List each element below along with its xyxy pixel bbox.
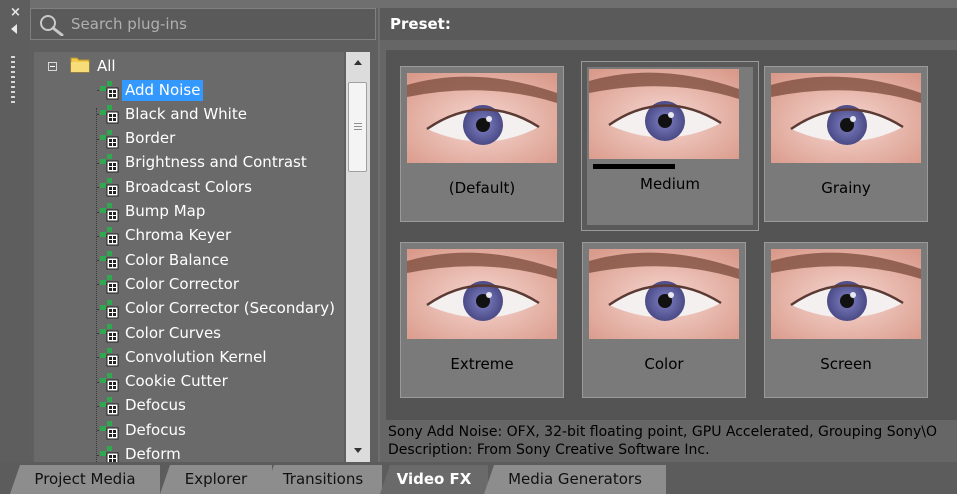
preset-title: Preset:: [390, 15, 451, 33]
video-fx-window: × Search plug-ins All Add Noise Black and…: [0, 0, 957, 494]
scroll-up-arrow-icon[interactable]: [346, 52, 370, 74]
tab-video-fx[interactable]: Video FX: [380, 465, 488, 494]
preset-tile[interactable]: Grainy: [764, 66, 928, 222]
tree-item[interactable]: Color Corrector (Secondary): [122, 297, 338, 321]
description-line-2: Description: From Sony Creative Software…: [388, 442, 710, 458]
close-icon[interactable]: ×: [10, 6, 21, 19]
tree-item-label: Cookie Cutter: [125, 372, 228, 391]
plugin-tree[interactable]: All Add Noise Black and White Border Bright…: [34, 52, 344, 462]
tab-explorer[interactable]: Explorer: [160, 465, 272, 494]
tree-item[interactable]: Bump Map: [122, 200, 208, 224]
preset-grid: (Default) Medium Grainy Extreme Color Screen: [386, 50, 957, 420]
tree-item[interactable]: Brightness and Contrast: [122, 151, 310, 175]
tree-item-label: Black and White: [125, 104, 247, 123]
tree-item[interactable]: Color Corrector: [122, 272, 242, 296]
tree-item[interactable]: Color Curves: [122, 321, 224, 345]
plugin-icon: [98, 445, 120, 462]
preset-tile[interactable]: Medium: [581, 61, 759, 231]
plugin-icon: [98, 299, 120, 319]
tree-item-label: Brightness and Contrast: [125, 153, 307, 172]
tree-item-label: Add Noise: [122, 79, 204, 101]
tree-item[interactable]: Defocus: [122, 418, 189, 442]
tree-item[interactable]: Defocus: [122, 394, 189, 418]
scroll-thumb[interactable]: [348, 82, 367, 172]
preset-header: Preset:: [380, 8, 957, 40]
plugin-icon: [98, 420, 120, 440]
plugin-icon: [98, 347, 120, 367]
preset-thumbnail: [771, 249, 921, 339]
collapse-arrow-icon[interactable]: [11, 24, 17, 34]
preset-thumbnail: [589, 249, 739, 339]
tree-item[interactable]: Border: [122, 127, 178, 151]
preset-tile[interactable]: Extreme: [400, 242, 564, 398]
tree-item-label: Chroma Keyer: [125, 226, 232, 245]
tree-root-all[interactable]: All: [94, 54, 119, 78]
preset-thumbnail: [771, 73, 921, 163]
plugin-list-panel: Search plug-ins All Add Noise Black and W…: [30, 8, 378, 462]
plugin-description: Sony Add Noise: OFX, 32-bit floating poi…: [388, 423, 956, 459]
plugin-icon: [98, 396, 120, 416]
tree-item-label: Color Corrector (Secondary): [125, 299, 335, 318]
search-icon: [40, 15, 64, 36]
tree-item-label: Border: [125, 129, 176, 148]
preset-name: Extreme: [450, 355, 514, 373]
preset-thumbnail: [589, 69, 739, 159]
tree-scrollbar[interactable]: [346, 52, 370, 462]
folder-icon: [70, 57, 90, 73]
plugin-icon: [98, 372, 120, 392]
preset-thumbnail: [407, 249, 557, 339]
tree-item[interactable]: Broadcast Colors: [122, 175, 255, 199]
preset-panel: Preset: (Default) Medium Grainy Extreme Colo…: [380, 8, 957, 462]
plugin-icon: [98, 104, 120, 124]
preset-name: Medium: [640, 175, 700, 193]
tree-item-label: Color Corrector: [125, 274, 240, 293]
tree-item-label: Color Curves: [125, 323, 221, 342]
description-line-1: Sony Add Noise: OFX, 32-bit floating poi…: [388, 424, 938, 440]
tree-item[interactable]: Cookie Cutter: [122, 370, 231, 394]
preset-name: Screen: [820, 355, 872, 373]
plugin-icon: [98, 129, 120, 149]
bottom-tab-bar: Project Media Explorer Transitions Video FX…: [0, 462, 957, 494]
tree-item-label: Deform: [125, 445, 181, 462]
tree-item-label: Defocus: [125, 420, 186, 439]
drag-grip-icon[interactable]: [11, 56, 15, 104]
tree-item-label: Color Balance: [125, 250, 229, 269]
scroll-down-arrow-icon[interactable]: [346, 440, 370, 462]
preset-tile[interactable]: Color: [582, 242, 746, 398]
search-placeholder: Search plug-ins: [71, 15, 187, 33]
plugin-icon: [98, 80, 120, 100]
preset-name: Color: [644, 355, 684, 373]
plugin-icon: [98, 226, 120, 246]
collapse-toggle-icon[interactable]: [48, 62, 57, 71]
preset-progress-bar: [593, 164, 675, 169]
tree-item[interactable]: Add Noise: [122, 78, 204, 102]
tree-item-label: Bump Map: [125, 202, 206, 220]
plugin-icon: [98, 323, 120, 343]
tree-item[interactable]: Convolution Kernel: [122, 345, 270, 369]
tree-item[interactable]: Chroma Keyer: [122, 224, 234, 248]
tree-item[interactable]: Deform: [122, 443, 184, 462]
plugin-icon: [98, 274, 120, 294]
tree-item-label: Defocus: [125, 396, 186, 415]
tab-project-media[interactable]: Project Media: [10, 465, 160, 494]
tree-item-label: Convolution Kernel: [125, 347, 267, 366]
preset-tile[interactable]: Screen: [764, 242, 928, 398]
preset-thumbnail: [407, 73, 557, 163]
tree-item[interactable]: Black and White: [122, 102, 250, 126]
plugin-icon: [98, 177, 120, 197]
search-input[interactable]: Search plug-ins: [30, 8, 376, 40]
preset-name: Grainy: [821, 179, 871, 197]
dock-strip: ×: [0, 0, 30, 462]
tab-media-generators[interactable]: Media Generators: [484, 465, 666, 494]
tree-item-label: Broadcast Colors: [125, 177, 252, 196]
preset-tile[interactable]: (Default): [400, 66, 564, 222]
tree-root-label: All: [97, 56, 116, 75]
preset-name: (Default): [448, 179, 516, 197]
plugin-icon: [98, 250, 120, 270]
tab-transitions[interactable]: Transitions: [264, 465, 382, 494]
plugin-icon: [98, 202, 120, 222]
plugin-icon: [98, 153, 120, 173]
tree-item[interactable]: Color Balance: [122, 248, 232, 272]
